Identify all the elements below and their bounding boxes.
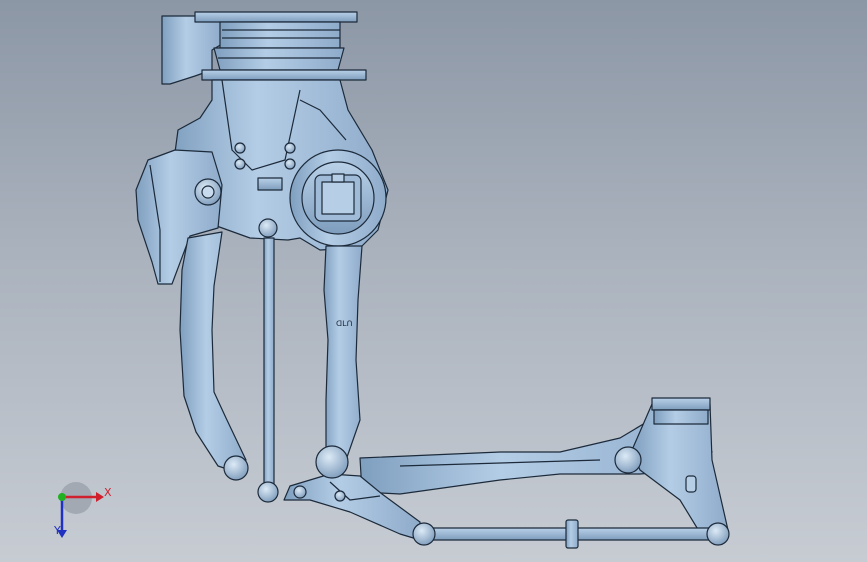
- x-axis-label: X: [104, 486, 112, 499]
- landing-gear-model[interactable]: ᗡᒪᑎ: [0, 0, 867, 562]
- axle-cap: [651, 397, 711, 411]
- left-strut: [179, 231, 247, 473]
- joint-pin: [412, 522, 436, 546]
- joint-pin: [257, 481, 279, 503]
- joint-pin: [293, 485, 307, 499]
- triad-origin: [58, 493, 66, 501]
- mount-base: [201, 69, 367, 81]
- part-engraving: ᗡᒪᑎ: [336, 319, 353, 328]
- cad-viewport[interactable]: ᗡᒪᑎ X Y: [0, 0, 867, 562]
- turnbuckle: [565, 519, 579, 549]
- tie-rod: [263, 237, 275, 489]
- mount-ring: [213, 47, 345, 71]
- joint-pin: [706, 522, 730, 546]
- main-strut: [323, 245, 363, 461]
- y-axis-label: Y: [54, 524, 61, 537]
- joint-pin: [315, 445, 349, 479]
- mount-flange-top: [194, 11, 358, 23]
- joint-pin: [614, 446, 642, 474]
- joint-pin: [334, 490, 346, 502]
- joint-pin: [223, 455, 249, 481]
- mount-flange: [219, 21, 341, 49]
